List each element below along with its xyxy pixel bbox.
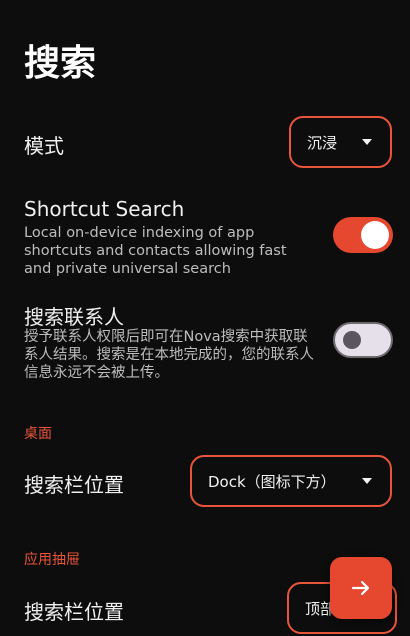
shortcut-search-toggle[interactable] [333,217,393,253]
shortcut-search-description: Local on-device indexing of app shortcut… [24,225,287,277]
toggle-knob [343,331,361,349]
search-contacts-description: 授予联系人权限后即可在Nova搜索中获取联系人结果。搜索是在本地完成的，您的联系… [24,329,314,381]
search-contacts-toggle[interactable] [333,322,393,358]
drawer-search-bar-position-label: 搜索栏位置 [24,600,124,624]
search-contacts-label: 搜索联系人 [24,305,124,329]
desktop-search-bar-position-dropdown[interactable]: Dock（图标下方） [190,455,392,507]
desktop-search-bar-position-value: Dock（图标下方） [208,472,336,491]
section-header-app-drawer: 应用抽屉 [24,552,80,568]
desktop-search-bar-position-label: 搜索栏位置 [24,473,124,497]
page-title: 搜索 [24,43,97,84]
next-fab-button[interactable] [330,557,392,619]
shortcut-search-label: Shortcut Search [24,197,185,221]
caret-down-icon [362,139,372,145]
mode-dropdown-value: 沉浸 [307,133,338,152]
mode-dropdown[interactable]: 沉浸 [289,116,392,168]
mode-label: 模式 [24,134,64,158]
section-header-desktop: 桌面 [24,426,52,442]
caret-down-icon [362,478,372,484]
toggle-knob [361,221,389,249]
arrow-right-icon [351,580,370,596]
